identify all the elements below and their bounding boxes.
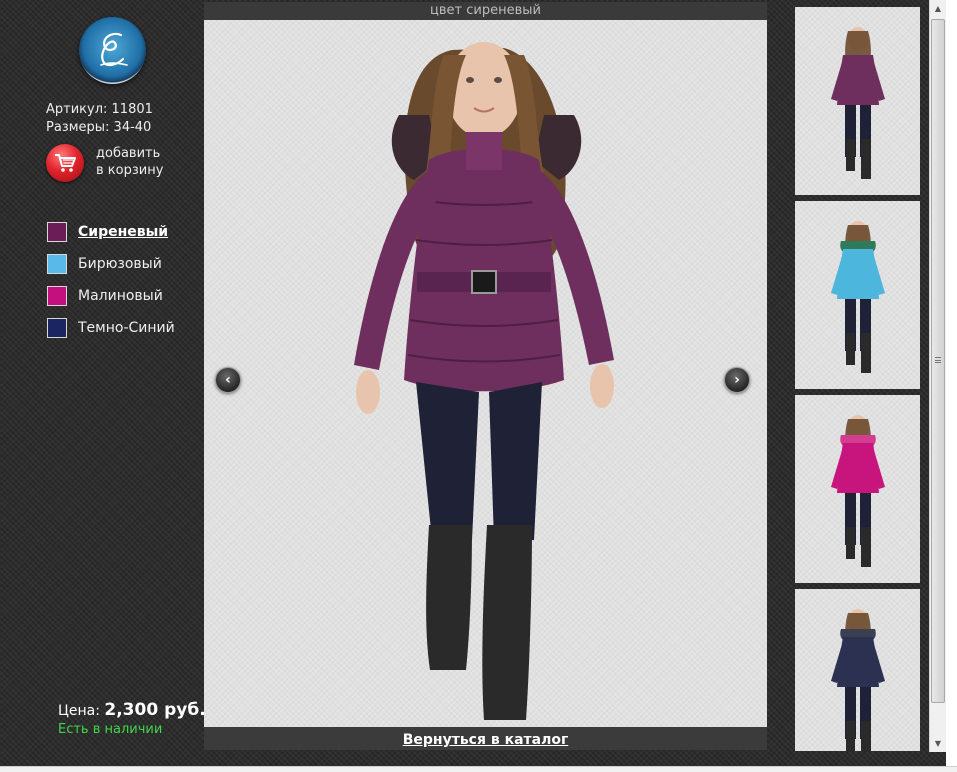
- scroll-up-icon[interactable]: ▲: [930, 0, 946, 17]
- window-edge: [946, 0, 957, 772]
- article-number: Артикул: 11801: [46, 102, 153, 117]
- color-swatch[interactable]: [47, 222, 67, 242]
- thumbnail-illustration: [831, 415, 885, 567]
- color-label[interactable]: Малиновый: [78, 288, 163, 304]
- color-swatch[interactable]: [47, 254, 67, 274]
- previous-image-button[interactable]: ‹: [215, 367, 241, 393]
- thumbnail-raspberry[interactable]: [795, 395, 920, 583]
- color-label[interactable]: Темно-Синий: [78, 320, 175, 336]
- thumbnail-illustration: [831, 609, 885, 751]
- chevron-left-icon[interactable]: ‹: [225, 372, 231, 388]
- scrollbar-grip-icon: [935, 357, 941, 363]
- thumbnail-illustration: [831, 221, 885, 373]
- color-label[interactable]: Сиреневый: [78, 224, 168, 240]
- product-photo: ‹ ›: [204, 20, 767, 727]
- thumbnail-navy[interactable]: [795, 589, 920, 751]
- thumbnail-purple[interactable]: [795, 7, 920, 195]
- back-to-catalog-link[interactable]: Вернуться в каталог: [403, 732, 569, 748]
- chevron-right-icon[interactable]: ›: [734, 372, 740, 388]
- color-list: Сиреневый Бирюзовый Малиновый Темно-Сини…: [47, 216, 175, 344]
- shopping-cart-icon[interactable]: [46, 144, 84, 182]
- product-info: Артикул: 11801 Размеры: 34-40: [46, 101, 153, 137]
- scrollbar-thumb[interactable]: [931, 19, 945, 703]
- brand-logo-icon[interactable]: [79, 17, 146, 84]
- viewer-title: цвет сиреневый: [204, 2, 767, 20]
- image-viewer: цвет сиреневый ‹ › Вернуться в каталог: [204, 2, 767, 750]
- back-bar: Вернуться в каталог: [204, 727, 767, 750]
- window-bottom-edge: [0, 766, 957, 772]
- thumbnail-illustration: [831, 27, 885, 179]
- next-image-button[interactable]: ›: [724, 367, 750, 393]
- color-option-lilac[interactable]: Сиреневый: [47, 216, 175, 248]
- add-to-cart-button[interactable]: добавить в корзину: [46, 143, 176, 183]
- cart-label-line2[interactable]: в корзину: [96, 162, 186, 179]
- scroll-down-icon[interactable]: ▼: [930, 735, 946, 752]
- model-photo-illustration: [354, 42, 614, 720]
- color-option-raspberry[interactable]: Малиновый: [47, 280, 175, 312]
- size-range: Размеры: 34-40: [46, 120, 152, 135]
- color-swatch[interactable]: [47, 286, 67, 306]
- price-value: 2,300 руб.: [104, 700, 206, 720]
- color-option-turquoise[interactable]: Бирюзовый: [47, 248, 175, 280]
- stock-status: Есть в наличии: [58, 722, 163, 737]
- color-option-navy[interactable]: Темно-Синий: [47, 312, 175, 344]
- cart-label-line1[interactable]: добавить: [96, 145, 186, 162]
- color-label[interactable]: Бирюзовый: [78, 256, 162, 272]
- vertical-scrollbar[interactable]: ▲ ▼: [929, 0, 946, 752]
- add-to-cart-label[interactable]: добавить в корзину: [96, 145, 186, 179]
- color-swatch[interactable]: [47, 318, 67, 338]
- price: Цена: 2,300 руб.: [58, 700, 206, 720]
- thumbnail-turquoise[interactable]: [795, 201, 920, 389]
- price-label: Цена:: [58, 703, 100, 719]
